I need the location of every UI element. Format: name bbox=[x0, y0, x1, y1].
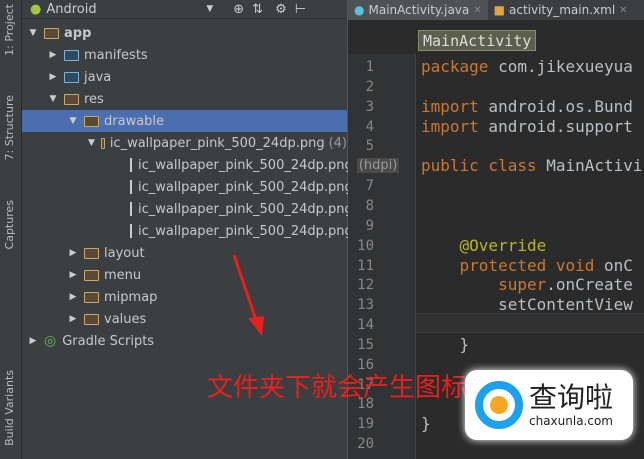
annotation-caption: 文件夹下就会产生图标 bbox=[207, 373, 468, 403]
search-logo-icon bbox=[475, 381, 523, 429]
watermark-logo: 查询啦 chaxunla.com bbox=[465, 370, 633, 440]
watermark-domain: chaxunla.com bbox=[529, 414, 613, 428]
tree-item-suffix: (hdpi) bbox=[356, 157, 400, 173]
watermark-name: 查询啦 bbox=[529, 381, 614, 414]
